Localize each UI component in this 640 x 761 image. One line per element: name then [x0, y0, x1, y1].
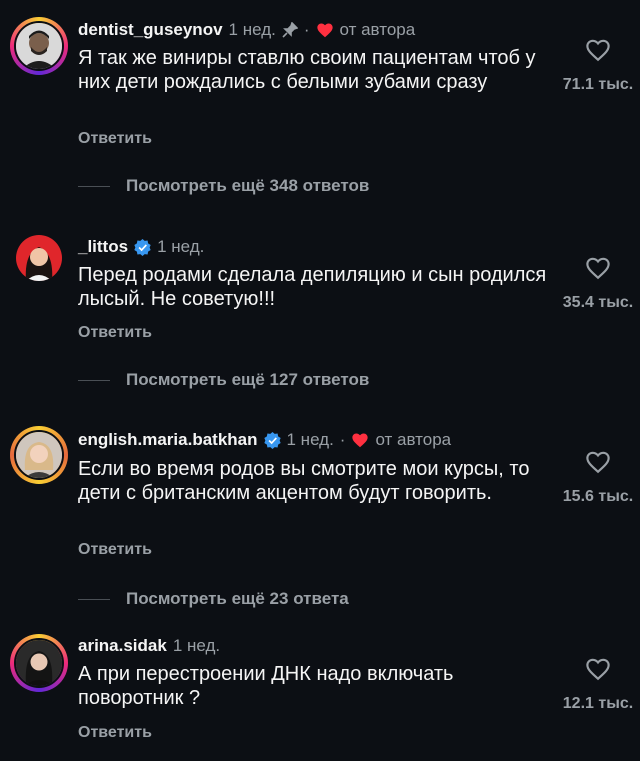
verified-badge-icon — [263, 431, 281, 449]
verified-badge-icon — [134, 238, 151, 256]
avatar — [14, 21, 64, 71]
like-section: 35.4 тыс. — [558, 256, 638, 312]
author-like-label: от автора — [375, 430, 452, 449]
comment-meta: dentist_guseynov 1 нед. · от автора — [78, 19, 415, 41]
timestamp: 1 нед. — [157, 237, 205, 256]
reply-button[interactable]: Ответить — [78, 541, 152, 559]
comment-text: А при перестроении ДНК надо включать пов… — [78, 663, 454, 709]
timestamp: 1 нед. — [172, 636, 221, 655]
reply-button[interactable]: Ответить — [78, 130, 152, 148]
avatar — [14, 638, 64, 688]
view-more-replies[interactable]: Посмотреть ещё 127 ответов — [78, 370, 369, 390]
comment-meta: english.maria.batkhan 1 нед. · от автора — [78, 429, 451, 451]
like-count: 12.1 тыс. — [562, 695, 634, 712]
heart-outline-icon[interactable] — [585, 38, 611, 62]
comment-text: Перед родами сделала депиляцию и сын род… — [78, 264, 547, 310]
username[interactable]: arina.sidak — [78, 635, 167, 657]
view-more-label: Посмотреть ещё 127 ответов — [126, 370, 370, 389]
like-section: 12.1 тыс. — [558, 657, 638, 713]
divider-line — [78, 379, 110, 381]
divider-line — [78, 185, 110, 187]
like-count: 15.6 тыс. — [562, 488, 634, 505]
view-more-replies[interactable]: Посмотреть ещё 23 ответа — [78, 589, 349, 609]
avatar-ring[interactable] — [10, 229, 68, 287]
view-more-label: Посмотреть ещё 348 ответов — [126, 176, 370, 195]
separator-dot: · — [339, 430, 346, 449]
heart-filled-icon — [351, 432, 369, 448]
reply-button[interactable]: Ответить — [78, 324, 152, 342]
view-more-label: Посмотреть ещё 23 ответа — [126, 589, 349, 608]
divider-line — [78, 598, 110, 600]
timestamp: 1 нед. — [286, 430, 334, 449]
like-section: 15.6 тыс. — [558, 450, 638, 506]
author-like-label: от автора — [339, 20, 416, 39]
avatar-ring[interactable] — [10, 426, 68, 484]
heart-outline-icon[interactable] — [585, 450, 611, 474]
heart-outline-icon[interactable] — [585, 256, 611, 280]
avatar — [16, 235, 62, 281]
like-section: 71.1 тыс. — [558, 38, 638, 94]
username[interactable]: english.maria.batkhan — [78, 429, 258, 451]
view-more-replies[interactable]: Посмотреть ещё 348 ответов — [78, 176, 369, 196]
comment-text: Если во время родов вы смотрите мои курс… — [78, 458, 530, 504]
comment-meta: arina.sidak 1 нед. — [78, 635, 220, 657]
timestamp: 1 нед. — [228, 20, 276, 39]
avatar-ring[interactable] — [10, 634, 68, 692]
separator-dot: · — [303, 20, 310, 39]
heart-outline-icon[interactable] — [585, 657, 611, 681]
like-count: 35.4 тыс. — [562, 294, 634, 311]
username[interactable]: dentist_guseynov — [78, 19, 223, 41]
reply-button[interactable]: Ответить — [78, 724, 152, 742]
like-count: 71.1 тыс. — [562, 76, 634, 93]
avatar-ring[interactable] — [10, 17, 68, 75]
heart-filled-icon — [316, 22, 334, 38]
avatar — [14, 430, 64, 480]
pin-icon — [282, 21, 299, 38]
comment-text: Я так же виниры ставлю своим пациентам ч… — [78, 47, 536, 93]
comment-meta: _littos 1 нед. — [78, 236, 204, 258]
username[interactable]: _littos — [78, 236, 128, 258]
